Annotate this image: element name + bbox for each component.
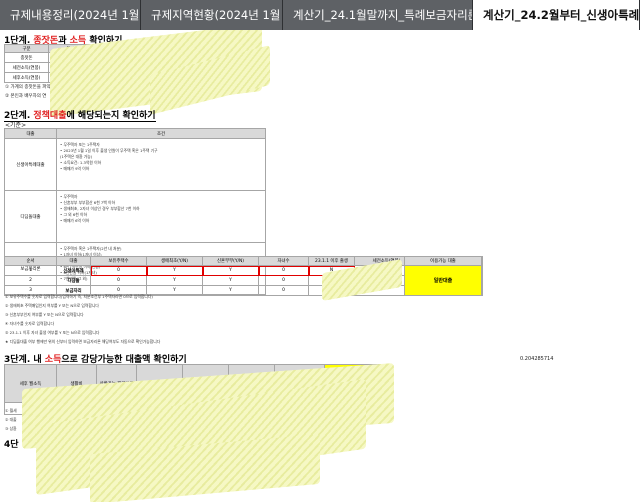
tab-calculator-feb[interactable]: 계산기_24.2월부터_신생아특례론기준 <box>473 0 640 30</box>
sheet-tab-bar: 규제내용정리(2024년 1월 현재) 규제지역현황(2024년 1월 현재) … <box>0 0 640 30</box>
step1-row-label: 세후소득(연봉) <box>4 72 49 83</box>
step1-header-cell: 구분 <box>4 44 49 53</box>
criteria-header-cell: 조건 <box>56 128 266 139</box>
houses-input[interactable]: 0 <box>90 265 147 276</box>
condition-line: • 매매가 6억 이하 <box>60 218 90 223</box>
houses-cell: 0 <box>90 275 147 286</box>
criteria-header-cell: 대출 <box>4 128 57 139</box>
available-loan-header: 이용가능 대출 <box>404 256 482 266</box>
eligibility-header-cell: 신혼부부(Y/N) <box>202 256 259 266</box>
eligibility-header-cell: 순서 <box>4 256 57 266</box>
step2-note: ② 생애최초 주택매입인지 여부를 Y 또는 N으로 입력합니다 <box>5 303 99 308</box>
first-home-input[interactable]: Y <box>146 265 203 276</box>
newlywed-cell: Y <box>202 285 259 296</box>
loan-name: 디딤돌대출 <box>4 190 57 243</box>
step1-row-label: 종잣돈 <box>4 52 49 63</box>
loan-conditions: • 무주택자 • 신혼부부 부부합산 6천 7백 이하 • 생애최초, 2자녀 … <box>56 190 266 243</box>
available-loan-result: 일반대출 <box>404 265 482 296</box>
step1-row-label: 세전소득(연봉) <box>4 62 49 73</box>
children-cell: 0 <box>258 275 309 286</box>
children-input[interactable]: 0 <box>258 265 309 276</box>
eligibility-header-cell: 생애최초(Y/N) <box>146 256 203 266</box>
condition-line: • 매매가 9억 이하 <box>60 166 90 171</box>
newlywed-cell: Y <box>202 275 259 286</box>
step3-note: ③ 상환 <box>5 426 17 431</box>
available-loan-table: 이용가능 대출 일반대출 <box>404 256 482 296</box>
loan-name: 신생아특례대출 <box>4 138 57 191</box>
step3-note: ① 월세 <box>5 408 17 413</box>
step2-suffix: 에 해당되는지 확인하기 <box>66 111 156 121</box>
step2-note: ★ 디딤돌대출 여부 행에만 위의 신부터 입력하면 보금자리론 해당여부도 자… <box>5 339 161 344</box>
children-cell: 0 <box>258 285 309 296</box>
first-home-cell: Y <box>146 275 203 286</box>
tab-regulated-areas[interactable]: 규제지역현황(2024년 1월 현재) <box>141 0 283 30</box>
step2-heading: 2단계. 정책대출에 해당되는지 확인하기 <box>4 108 156 122</box>
tab-calculator-jan[interactable]: 계산기_24.1월말까지_특례보금자리론기준 <box>283 0 473 30</box>
eligibility-header-cell: 23.1.1 이후 출생 <box>308 256 355 266</box>
step2-note: ① 보유주택수를 숫자로 입력합니다(입력하기 즉, 처분조건부 1주택자라면 … <box>5 294 153 299</box>
spreadsheet-area: 1단계. 종잣돈과 소득 확인하기 구분 본인 배우자 합계 종잣돈 세전소득(… <box>0 30 640 502</box>
order-cell: 1 <box>4 265 57 276</box>
step2-red: 정책대출 <box>33 111 67 121</box>
step4-heading: 4단 <box>4 440 19 450</box>
step3-note: ② 대출 <box>5 417 17 422</box>
loan-type-cell: 디딤돌 <box>56 275 91 286</box>
first-home-cell: Y <box>146 285 203 296</box>
tab-regulation-summary[interactable]: 규제내용정리(2024년 1월 현재) <box>0 0 141 30</box>
step2-note: ③ 신혼부부인지 여부를 Y 또는 N으로 입력합니다 <box>5 312 84 317</box>
loan-type-cell: 신생아특례 <box>56 265 91 276</box>
side-value: 0.204285714 <box>520 356 554 362</box>
eligibility-header-cell: 보유주택수 <box>90 256 147 266</box>
step2-note: ⑤ 23.1.1 이후 자녀 출생 여부를 Y 또는 N으로 입력합니다 <box>5 330 100 335</box>
newlywed-input[interactable]: Y <box>202 265 259 276</box>
loan-conditions: • 무주택자 또는 1주택자 • 2023년 1월 1일 이후 출생 인원이 무… <box>56 138 266 191</box>
step1-note: ② 본인과 배우자의 연 <box>5 94 47 99</box>
eligibility-header-cell: 대출 <box>56 256 91 266</box>
order-cell: 2 <box>4 275 57 286</box>
step1-note: ① 가계의 종잣돈을 파악 <box>5 85 51 90</box>
step2-note: ④ 자녀수를 숫자로 입력합니다 <box>5 321 54 326</box>
eligibility-header-cell: 자녀수 <box>258 256 309 266</box>
